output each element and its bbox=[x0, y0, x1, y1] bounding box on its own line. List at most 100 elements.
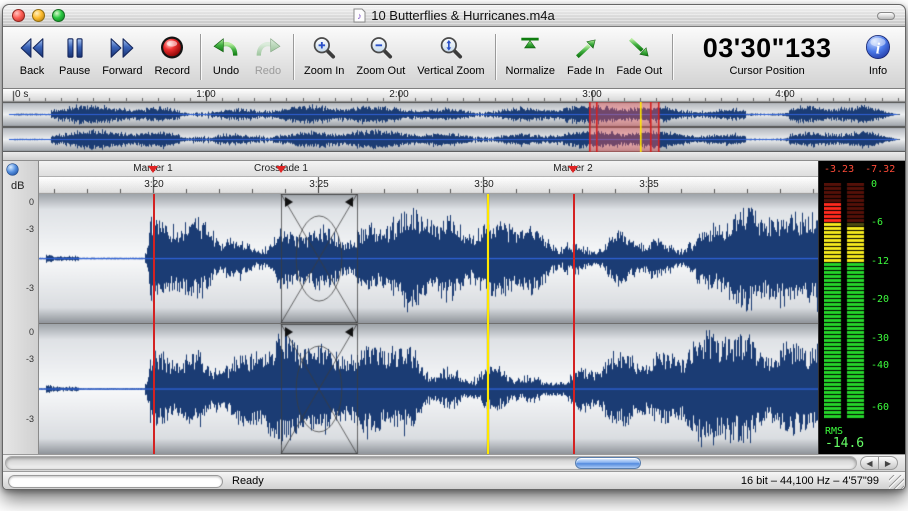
back-button[interactable]: Back bbox=[11, 31, 53, 77]
button-label: Info bbox=[869, 65, 887, 77]
marker-triangle[interactable] bbox=[148, 166, 158, 178]
time-ruler-label: 3:30 bbox=[474, 179, 493, 190]
overview-ruler-canvas bbox=[3, 89, 906, 102]
normalize-icon bbox=[517, 35, 543, 61]
button-label: Fade Out bbox=[616, 65, 662, 77]
toolbar-separator bbox=[495, 34, 496, 80]
button-label: Forward bbox=[102, 65, 142, 77]
status-text: Ready bbox=[232, 475, 264, 487]
scroll-left-button[interactable]: ◀ bbox=[860, 456, 879, 470]
button-label: Back bbox=[20, 65, 44, 77]
overview-time-label: 0 s bbox=[15, 89, 28, 100]
button-label: Record bbox=[155, 65, 190, 77]
window-controls bbox=[12, 9, 65, 22]
db-scale-label: -3 bbox=[26, 224, 34, 234]
scrollbar-arrows: ◀ ▶ bbox=[860, 456, 898, 470]
meter-scale-label: -12 bbox=[871, 256, 889, 267]
overview-waveform[interactable] bbox=[3, 102, 905, 152]
marker-strip[interactable]: Marker 1Crossfade 1Marker 2 bbox=[39, 161, 818, 177]
zoom-in-icon bbox=[311, 35, 337, 61]
rewind-icon bbox=[17, 35, 47, 61]
redo-button[interactable]: Redo bbox=[247, 31, 289, 77]
playback-cursor[interactable] bbox=[487, 194, 489, 454]
waveform-channel-left[interactable] bbox=[39, 194, 818, 323]
scrollbar-thumb[interactable] bbox=[575, 457, 641, 469]
overview-time-label: 2:00 bbox=[389, 89, 408, 100]
toolbar-separator bbox=[200, 34, 201, 80]
button-label: Normalize bbox=[506, 65, 556, 77]
cursor-position-display: 03'30"133 Cursor Position bbox=[677, 31, 857, 77]
fast-forward-icon bbox=[107, 35, 137, 61]
minimize-button[interactable] bbox=[32, 9, 45, 22]
toolbar-separator bbox=[293, 34, 294, 80]
peak-right-value: -7.32 bbox=[865, 164, 895, 175]
normalize-button[interactable]: Normalize bbox=[500, 31, 562, 77]
overview-time-label: 3:00 bbox=[582, 89, 601, 100]
meter-scale-label: -20 bbox=[871, 294, 889, 305]
svg-text:♪: ♪ bbox=[357, 11, 362, 21]
marker-line[interactable] bbox=[573, 194, 575, 454]
close-button[interactable] bbox=[12, 9, 25, 22]
undo-button[interactable]: Undo bbox=[205, 31, 247, 77]
button-label: Vertical Zoom bbox=[417, 65, 484, 77]
record-icon bbox=[157, 34, 187, 62]
progress-indicator bbox=[8, 475, 223, 488]
level-meters: -3.23 -7.32 RMS -14.6 0-6-12-20-30-40-60 bbox=[818, 161, 906, 454]
toolbar-separator bbox=[672, 34, 673, 80]
forward-button[interactable]: Forward bbox=[96, 31, 148, 77]
marker-triangle[interactable] bbox=[568, 166, 578, 178]
fade-out-button[interactable]: Fade Out bbox=[610, 31, 668, 77]
db-scale-label: -3 bbox=[26, 354, 34, 364]
marker-triangle[interactable] bbox=[276, 166, 286, 178]
undo-icon bbox=[211, 35, 241, 61]
time-ruler-label: 3:35 bbox=[639, 179, 658, 190]
peak-readouts: -3.23 -7.32 bbox=[824, 164, 895, 175]
wave-editor: Marker 1Crossfade 1Marker 2 3:20 3:25 3:30… bbox=[39, 161, 818, 454]
vertical-zoom-button[interactable]: Vertical Zoom bbox=[411, 31, 490, 77]
time-ruler[interactable]: 3:20 3:25 3:30 3:35 bbox=[39, 177, 818, 194]
resize-grip[interactable] bbox=[889, 475, 904, 490]
zoom-out-button[interactable]: Zoom Out bbox=[350, 31, 411, 77]
pause-button[interactable]: Pause bbox=[53, 31, 96, 77]
amplitude-axis: dB 0-3-30-3-3 bbox=[3, 161, 39, 454]
db-scale-label: 0 bbox=[29, 197, 34, 207]
app-window: ♪ 10 Butterflies & Hurricanes.m4a Back P… bbox=[2, 4, 906, 490]
fade-out-icon bbox=[626, 35, 652, 61]
info-button[interactable]: i Info bbox=[857, 31, 899, 77]
peak-left-value: -3.23 bbox=[824, 164, 854, 175]
rms-readout: RMS -14.6 bbox=[825, 426, 864, 450]
time-ruler-label: 3:20 bbox=[144, 179, 163, 190]
fade-in-icon bbox=[573, 35, 599, 61]
overview-time-label: 1:00 bbox=[196, 89, 215, 100]
waveform-channel-right[interactable] bbox=[39, 324, 818, 454]
overview-waveform-canvas[interactable] bbox=[3, 102, 906, 152]
waveform-display[interactable] bbox=[39, 194, 818, 454]
pane-divider bbox=[3, 152, 905, 161]
record-button[interactable]: Record bbox=[149, 31, 196, 77]
overview-ruler[interactable]: 0 s 1:00 2:00 3:00 4:00 bbox=[3, 89, 905, 102]
overview-time-label: 4:00 bbox=[775, 89, 794, 100]
button-label: Fade In bbox=[567, 65, 604, 77]
db-scale-label: -3 bbox=[26, 414, 34, 424]
svg-text:i: i bbox=[876, 40, 881, 57]
meter-scale-label: -40 bbox=[871, 360, 889, 371]
horizontal-scrollbar[interactable]: ◀ ▶ bbox=[3, 454, 905, 471]
meter-bars bbox=[824, 183, 865, 419]
time-ruler-label: 3:25 bbox=[309, 179, 328, 190]
status-bar: Ready 16 bit – 44,100 Hz – 4'57"99 bbox=[3, 471, 905, 490]
meter-scale-label: -30 bbox=[871, 333, 889, 344]
scrollbar-track[interactable] bbox=[5, 456, 857, 470]
marker-line[interactable] bbox=[153, 194, 155, 454]
scroll-right-button[interactable]: ▶ bbox=[879, 456, 898, 470]
pause-icon bbox=[62, 35, 88, 61]
window-title-text: 10 Butterflies & Hurricanes.m4a bbox=[371, 8, 555, 23]
track-options-icon[interactable] bbox=[6, 163, 19, 181]
db-scale-label: -3 bbox=[26, 283, 34, 293]
titlebar[interactable]: ♪ 10 Butterflies & Hurricanes.m4a bbox=[3, 5, 905, 27]
toolbar-toggle-button[interactable] bbox=[877, 12, 895, 20]
rms-value: -14.6 bbox=[825, 438, 864, 450]
meter-scale-label: -60 bbox=[871, 402, 889, 413]
button-label: Zoom In bbox=[304, 65, 344, 77]
fade-in-button[interactable]: Fade In bbox=[561, 31, 610, 77]
zoom-in-button[interactable]: Zoom In bbox=[298, 31, 350, 77]
